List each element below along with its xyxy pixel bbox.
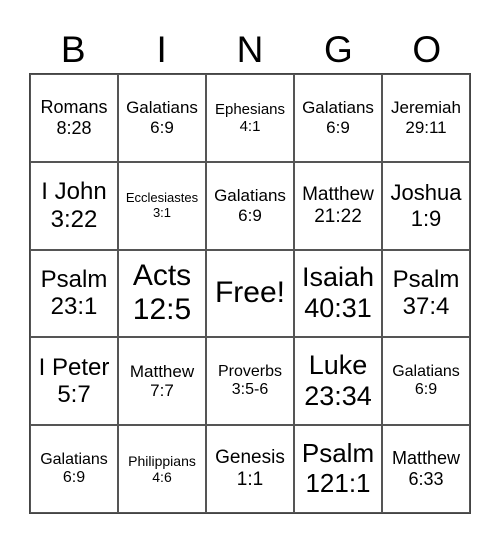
cell-verse: 12:5 — [132, 293, 192, 327]
cell-book: Genesis — [215, 447, 285, 469]
cell-book: Isaiah — [301, 262, 375, 293]
cell-book: Matthew — [129, 361, 195, 381]
cell-verse: 4:6 — [152, 469, 172, 486]
cell-book: Galatians — [214, 186, 286, 206]
bingo-cell[interactable]: Philippians 4:6 — [118, 425, 206, 513]
cell-verse: 37:4 — [402, 293, 450, 321]
cell-book: Acts — [132, 258, 192, 292]
header-letter-b: B — [60, 29, 86, 70]
cell-book: Galatians — [126, 98, 198, 118]
cell-book: Matthew — [302, 183, 374, 205]
bingo-cell[interactable]: Ephesians 4:1 — [206, 74, 294, 162]
cell-verse: 121:1 — [305, 468, 371, 499]
cell-verse: 6:9 — [238, 205, 262, 225]
header-letter-g: G — [324, 29, 353, 70]
cell-verse: 8:28 — [56, 117, 92, 138]
cell-book: Proverbs — [217, 362, 283, 380]
header-letter-n: N — [236, 29, 264, 70]
cell-verse: 40:31 — [304, 293, 372, 324]
bingo-cell[interactable]: Psalm 37:4 — [382, 249, 470, 338]
bingo-cell[interactable]: Galatians 6:9 — [382, 337, 470, 426]
cell-book: Matthew — [391, 448, 461, 469]
bingo-cell[interactable]: Proverbs 3:5-6 — [206, 337, 294, 426]
bingo-cell[interactable]: Ecclesiastes 3:1 — [118, 161, 206, 250]
cell-book: Galatians — [40, 450, 108, 468]
cell-verse: 6:9 — [62, 469, 86, 487]
bingo-cell[interactable]: Psalm 23:1 — [30, 249, 118, 338]
cell-verse: 1:9 — [410, 205, 442, 231]
cell-book: Joshua — [390, 180, 462, 206]
cell-verse: 4:1 — [239, 117, 261, 135]
cell-book: Psalm — [301, 438, 375, 469]
cell-book: I John — [41, 178, 107, 206]
cell-verse: 6:33 — [408, 469, 444, 490]
cell-verse: 3:1 — [152, 204, 172, 220]
cell-book: Luke — [308, 350, 368, 381]
cell-book: Jeremiah — [391, 98, 461, 118]
bingo-cell[interactable]: Galatians 6:9 — [294, 74, 382, 162]
bingo-cell[interactable]: Matthew 21:22 — [294, 161, 382, 250]
bingo-cell[interactable]: Joshua 1:9 — [382, 161, 470, 250]
cell-book: Galatians — [392, 362, 460, 380]
bingo-cell[interactable]: Matthew 6:33 — [382, 425, 470, 513]
cell-verse: 23:1 — [50, 293, 98, 321]
cell-verse: 21:22 — [314, 205, 362, 227]
bingo-cell[interactable]: Galatians 6:9 — [30, 425, 118, 513]
cell-book: Ephesians — [214, 100, 286, 118]
bingo-cell[interactable]: I John 3:22 — [30, 161, 118, 250]
bingo-cell[interactable]: I Peter 5:7 — [30, 337, 118, 426]
bingo-cell[interactable]: Acts 12:5 — [118, 249, 206, 338]
bingo-cell[interactable]: Psalm 121:1 — [294, 425, 382, 513]
cell-verse: 1:1 — [236, 469, 264, 491]
cell-book: I Peter — [38, 353, 110, 381]
cell-verse: 23:34 — [304, 381, 372, 412]
cell-book: Psalm — [392, 265, 460, 293]
cell-verse: 3:5-6 — [231, 381, 269, 399]
bingo-cell[interactable]: Isaiah 40:31 — [294, 249, 382, 338]
cell-verse: 7:7 — [150, 381, 174, 401]
cell-book: Ecclesiastes — [125, 189, 199, 205]
cell-book: Galatians — [302, 98, 374, 118]
bingo-grid: Romans 8:28 Galatians 6:9 Ephesians 4:1 Galati… — [29, 73, 471, 514]
cell-verse: 6:9 — [326, 117, 350, 137]
bingo-cell[interactable]: Galatians 6:9 — [206, 161, 294, 250]
cell-book: Psalm — [40, 265, 108, 293]
bingo-cell[interactable]: Galatians 6:9 — [118, 74, 206, 162]
bingo-cell[interactable]: Matthew 7:7 — [118, 337, 206, 426]
cell-book: Philippians — [128, 453, 196, 469]
cell-verse: 3:22 — [50, 205, 98, 233]
bingo-header: B I N G O — [29, 28, 471, 72]
cell-verse: 29:11 — [405, 117, 447, 137]
cell-book: Free! — [214, 276, 286, 310]
bingo-cell[interactable]: Jeremiah 29:11 — [382, 74, 470, 162]
bingo-cell[interactable]: Genesis 1:1 — [206, 425, 294, 513]
cell-verse: 6:9 — [150, 117, 174, 137]
bingo-cell[interactable]: Luke 23:34 — [294, 337, 382, 426]
cell-verse: 6:9 — [414, 381, 438, 399]
header-letter-o: O — [412, 29, 442, 70]
bingo-cell[interactable]: Romans 8:28 — [30, 74, 118, 162]
cell-book: Romans — [40, 97, 108, 118]
cell-verse: 5:7 — [57, 381, 91, 409]
header-letter-i: I — [156, 29, 167, 70]
free-space-cell[interactable]: Free! — [206, 249, 294, 338]
